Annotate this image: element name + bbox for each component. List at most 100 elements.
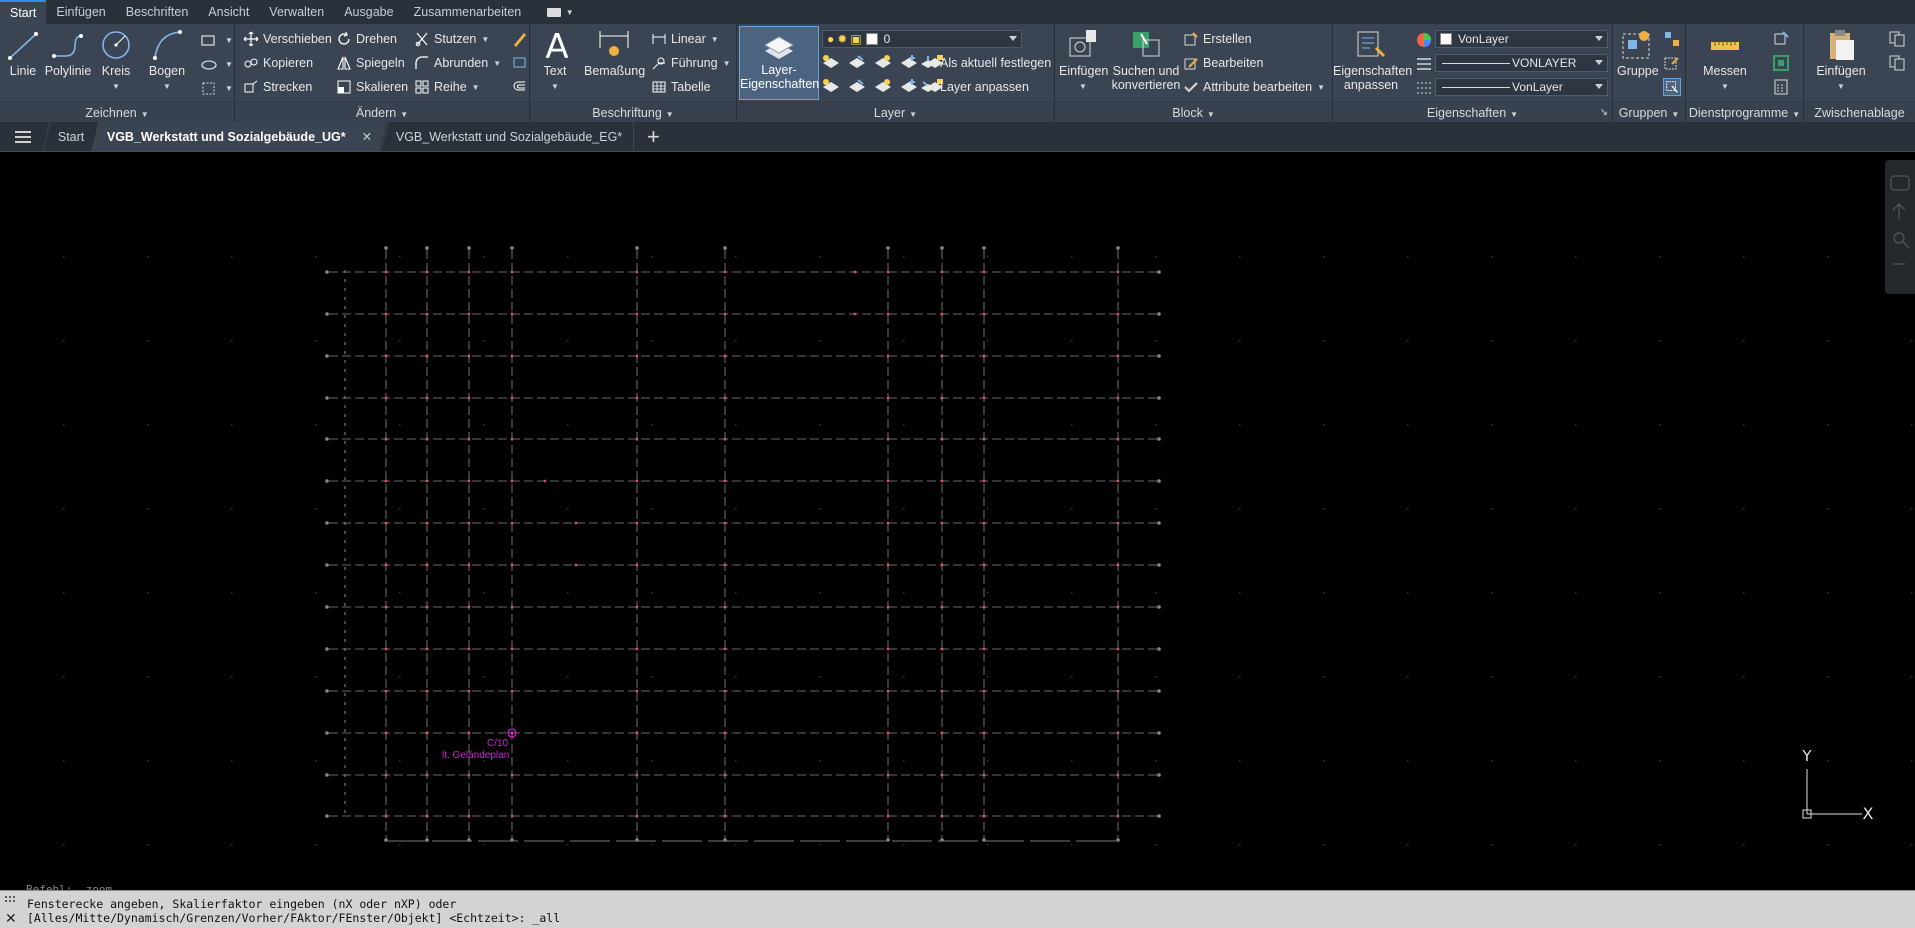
edit-attributes-button[interactable]: Attribute bearbeiten ▼ [1183, 77, 1325, 97]
leader-button[interactable]: Führung ▼ [651, 53, 730, 73]
panel-title-block[interactable]: Block ▼ [1055, 102, 1332, 122]
mirror-button[interactable]: Spiegeln [336, 53, 405, 73]
quick-select-icon[interactable] [1772, 30, 1790, 48]
navigation-bar[interactable] [1885, 160, 1915, 294]
grip-icon[interactable] [4, 895, 18, 905]
rotate-button[interactable]: Drehen [336, 29, 397, 49]
hatch-icon[interactable] [200, 80, 218, 98]
measure-button[interactable]: Messen ▼ [1700, 28, 1750, 94]
intersection-marker [384, 521, 388, 525]
polyline-button[interactable]: Polylinie [44, 28, 92, 78]
layer-tool-icon[interactable] [874, 78, 892, 94]
dimension-button[interactable]: Bemaßung [584, 28, 645, 78]
table-button[interactable]: Tabelle [651, 77, 711, 97]
panel-title-layer[interactable]: Layer ▼ [737, 102, 1054, 122]
panel-title-zeichnen[interactable]: Zeichnen ▼ [0, 102, 234, 122]
dialog-launcher-icon[interactable]: ↘ [1600, 103, 1608, 123]
rectangle-icon[interactable] [200, 32, 218, 50]
arc-button[interactable]: Bogen ▼ [148, 28, 186, 94]
linetype-dropdown[interactable]: VonLayer [1435, 78, 1608, 96]
array-button[interactable]: Reihe ▼ [414, 77, 480, 97]
text-button[interactable]: A Text ▼ [540, 28, 570, 94]
panel-title-dienstprogramme[interactable]: Dienstprogramme ▼ [1686, 102, 1803, 122]
chevron-down-icon[interactable]: ▼ [225, 60, 233, 69]
copy-clip-icon[interactable] [1888, 30, 1906, 48]
intersection-marker [510, 563, 514, 567]
stretch-button[interactable]: Strecken [243, 77, 312, 97]
calculator-icon[interactable] [1772, 78, 1790, 96]
tab-beschriften[interactable]: Beschriften [116, 0, 199, 24]
block-create-button[interactable]: Erstellen [1183, 29, 1252, 49]
layer-tool-icon[interactable] [848, 78, 866, 94]
file-tabs-menu[interactable] [0, 122, 46, 151]
tab-einfuegen[interactable]: Einfügen [46, 0, 115, 24]
file-tab-start[interactable]: Start [42, 122, 100, 151]
erase-icon[interactable] [511, 30, 529, 48]
grid-dot [903, 760, 905, 762]
select-all-icon[interactable] [1772, 54, 1790, 72]
layer-tool-icon[interactable] [822, 54, 840, 70]
scale-button[interactable]: Skalieren [336, 77, 408, 97]
chevron-down-icon[interactable]: ▼ [225, 84, 233, 93]
layer-tool-icon[interactable] [900, 54, 918, 70]
file-tab-active[interactable]: VGB_Werkstatt und Sozialgebäude_UG* ✕ [91, 122, 388, 151]
set-current-button[interactable]: Als aktuell festlegen [920, 53, 1051, 73]
intersection-marker [886, 689, 890, 693]
group-button[interactable]: Gruppe [1617, 28, 1659, 78]
close-icon[interactable]: ✕ [362, 130, 372, 144]
layer-tool-icon[interactable] [822, 78, 840, 94]
layer-properties-button[interactable]: Layer- Eigenschaften [739, 26, 819, 100]
trim-button[interactable]: Stutzen ▼ [414, 29, 489, 49]
ellipse-icon[interactable] [200, 56, 218, 74]
intersection-marker [425, 354, 429, 358]
explode-icon[interactable] [511, 54, 529, 72]
panel-title-gruppen[interactable]: Gruppen ▼ [1613, 102, 1685, 122]
offset-icon[interactable] [511, 78, 529, 96]
close-icon[interactable]: ✕ [5, 911, 17, 925]
group-select-icon[interactable] [1663, 78, 1681, 96]
axis-bubble [1157, 647, 1161, 651]
leader-icon [652, 57, 665, 70]
layer-tool-icon[interactable] [874, 54, 892, 70]
fillet-button[interactable]: Abrunden ▼ [414, 53, 501, 73]
copy-button[interactable]: Kopieren [243, 53, 313, 73]
match-properties-button[interactable]: Eigenschaften anpassen [1333, 28, 1412, 92]
file-tab-other[interactable]: VGB_Werkstatt und Sozialgebäude_EG* [379, 122, 637, 151]
block-edit-button[interactable]: Bearbeiten [1183, 53, 1263, 73]
tab-verwalten[interactable]: Verwalten [259, 0, 334, 24]
command-line[interactable]: ✕ Fensterecke angeben, Skalierfaktor ein… [0, 890, 1915, 928]
panel-title-beschriftung[interactable]: Beschriftung ▼ [530, 102, 736, 122]
paste-button[interactable]: Einfügen ▼ [1816, 28, 1866, 94]
ungroup-icon[interactable] [1663, 30, 1681, 48]
tab-ausgabe[interactable]: Ausgabe [334, 0, 403, 24]
panel-title-eigenschaften[interactable]: Eigenschaften ▼ ↘ [1333, 102, 1612, 122]
layer-match-button[interactable]: Layer anpassen [920, 77, 1029, 97]
move-button[interactable]: Verschieben [243, 29, 332, 49]
block-insert-button[interactable]: Einfügen ▼ [1059, 28, 1108, 94]
lineweight-dropdown[interactable]: VONLAYER [1435, 54, 1608, 72]
ribbon-display-toggle[interactable]: ▼ [545, 0, 575, 24]
color-dropdown[interactable]: VonLayer [1435, 30, 1608, 48]
panel-title-zwischenablage[interactable]: Zwischenablage [1804, 102, 1915, 122]
layer-tool-icon[interactable] [848, 54, 866, 70]
model-space[interactable]: C/10 lt. Geländeplan Y X [0, 152, 1915, 886]
drawing-canvas[interactable]: C/10 lt. Geländeplan Y X [0, 152, 1915, 886]
chevron-down-icon[interactable]: ▼ [225, 36, 233, 45]
layer-dropdown[interactable]: ● ✹ ▣ 0 [822, 30, 1022, 48]
group-edit-icon[interactable] [1663, 54, 1681, 72]
layer-tool-icon[interactable] [900, 78, 918, 94]
new-tab-button[interactable]: + [632, 122, 673, 151]
tab-ansicht[interactable]: Ansicht [198, 0, 259, 24]
find-convert-button[interactable]: Suchen und konvertieren [1109, 28, 1183, 92]
tab-start[interactable]: Start [0, 0, 47, 24]
chevron-down-icon: ▼ [722, 58, 731, 68]
panel-title-aendern[interactable]: Ändern ▼ [235, 102, 529, 122]
grid-dot [735, 592, 737, 594]
linear-dim-button[interactable]: Linear ▼ [651, 29, 719, 49]
tab-zusammenarbeiten[interactable]: Zusammenarbeiten [404, 0, 532, 24]
cut-icon[interactable] [1888, 54, 1906, 72]
circle-button[interactable]: Kreis ▼ [98, 28, 134, 94]
annotation-symbol[interactable]: C/10 lt. Geländeplan [442, 728, 517, 761]
grid-dot [1575, 340, 1577, 342]
line-button[interactable]: Linie [6, 28, 40, 78]
